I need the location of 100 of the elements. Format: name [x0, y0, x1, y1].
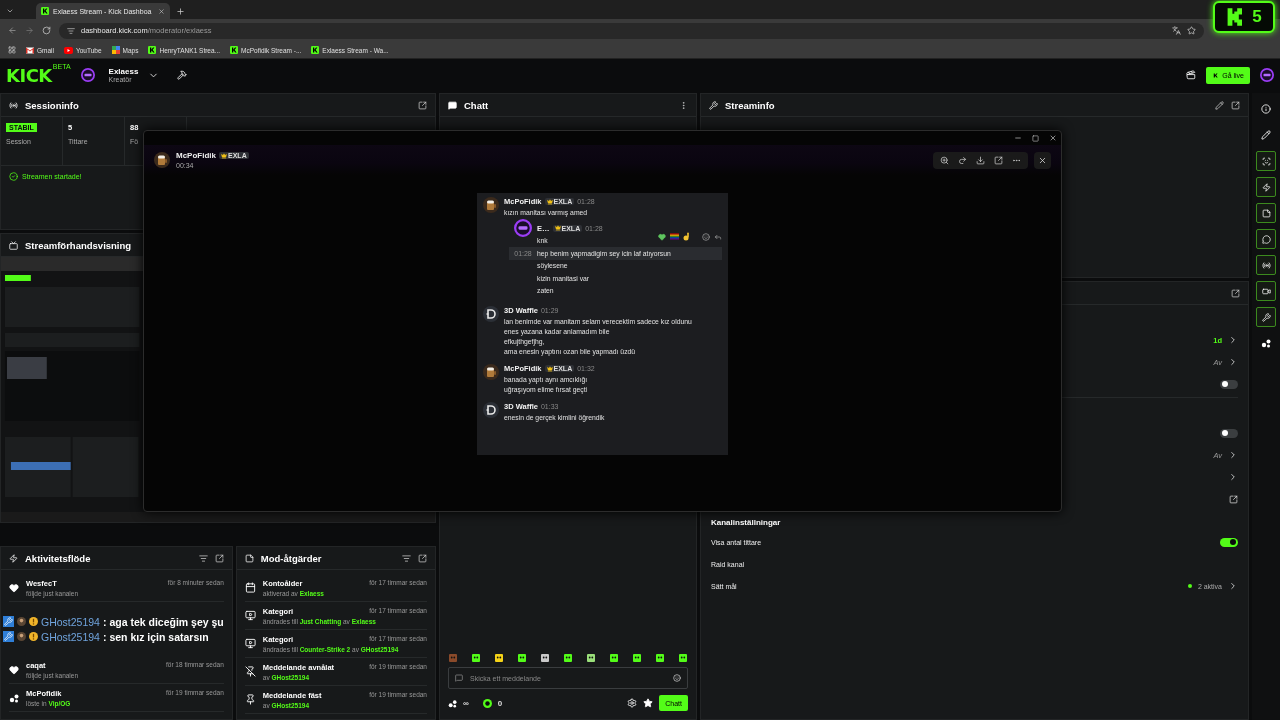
camera-icon — [1261, 286, 1271, 296]
sidebar-button[interactable] — [1256, 177, 1276, 197]
chevron-right-icon[interactable] — [1228, 450, 1238, 460]
sidebar-button[interactable] — [1256, 307, 1276, 327]
pop-out-icon[interactable] — [418, 553, 427, 563]
smile-icon[interactable] — [702, 232, 710, 241]
sidebar-button[interactable] — [1256, 203, 1276, 223]
chat-icon — [1261, 234, 1271, 244]
lightning-icon — [9, 553, 18, 563]
filter-icon[interactable] — [198, 553, 208, 563]
emote-icon[interactable] — [540, 653, 550, 663]
status-dot — [1187, 584, 1192, 588]
emote-icon[interactable] — [609, 653, 619, 663]
bookmark-star-icon[interactable] — [1187, 26, 1196, 35]
chat-message: : aga tek diceğim şey şu — [102, 615, 224, 628]
kick-logo-icon — [230, 46, 238, 54]
dots-icon — [9, 692, 19, 703]
pencil-icon[interactable] — [1261, 130, 1271, 140]
sidebar-button[interactable] — [1256, 151, 1276, 171]
scan-icon — [1261, 156, 1271, 166]
apps-icon[interactable] — [8, 46, 16, 54]
rainbow-flag-icon — [670, 233, 679, 240]
kick-logo[interactable]: KICK — [6, 64, 52, 86]
avatar-icon — [483, 306, 499, 322]
emote-icon[interactable] — [517, 653, 527, 663]
chevron-right-icon[interactable] — [1228, 581, 1238, 591]
channel-name[interactable]: Exlaess — [108, 67, 139, 76]
close-icon[interactable] — [1049, 134, 1057, 142]
chat-username: GHost25194 — [41, 615, 100, 628]
chevron-right-icon[interactable] — [1228, 357, 1238, 367]
toggle-switch[interactable] — [1220, 428, 1238, 438]
pin-icon — [244, 694, 256, 705]
pop-out-icon[interactable] — [214, 553, 224, 563]
avatar-icon — [17, 617, 26, 626]
coin-count: 0 — [497, 698, 503, 708]
emote-icon[interactable] — [632, 653, 642, 663]
panel-title: Chatt — [464, 99, 490, 111]
emote-icon[interactable] — [563, 653, 573, 663]
chat-username: GHost25194 — [41, 630, 100, 643]
emote-icon[interactable] — [586, 653, 596, 663]
section-title: Kanalinställningar — [711, 518, 782, 527]
sidebar-button[interactable] — [1256, 229, 1276, 249]
reload-icon[interactable] — [42, 26, 51, 35]
chevron-right-icon[interactable] — [1228, 335, 1238, 345]
badge-icon[interactable] — [643, 698, 654, 708]
avatar-icon — [483, 402, 499, 418]
maximize-icon[interactable] — [1032, 134, 1039, 142]
reply-icon[interactable] — [714, 232, 722, 241]
translate-icon[interactable] — [1172, 26, 1181, 35]
hand-icon — [683, 232, 690, 241]
chevron-right-icon[interactable] — [1228, 472, 1238, 482]
emote-icon[interactable] — [678, 653, 688, 663]
dots-icon — [448, 698, 457, 708]
mail-icon — [26, 46, 34, 54]
kick-logo-icon — [311, 46, 320, 54]
avatar-icon — [80, 68, 95, 82]
new-tab-icon[interactable] — [176, 7, 185, 16]
emote-icon[interactable] — [471, 653, 481, 663]
close-button[interactable] — [1034, 151, 1051, 169]
zoom-in-icon[interactable] — [940, 155, 949, 165]
emote-icon[interactable] — [494, 653, 504, 663]
hammer-icon[interactable] — [177, 70, 188, 80]
download-icon[interactable] — [976, 155, 985, 165]
avatar-icon — [483, 197, 499, 213]
info-icon[interactable] — [1261, 104, 1271, 114]
filter-icon[interactable] — [402, 553, 411, 563]
panel-title: Aktivitetsflöde — [25, 552, 92, 564]
settings-icon[interactable] — [627, 698, 638, 708]
panel-title: Sessioninfo — [25, 99, 80, 111]
external-link-icon[interactable] — [1229, 494, 1238, 504]
toggle-switch[interactable] — [1220, 379, 1238, 389]
dots-icon[interactable] — [1261, 338, 1271, 348]
chat-message: : sen kız için satarsın — [102, 630, 209, 643]
video-icon — [244, 610, 256, 621]
tab-list-icon[interactable] — [6, 7, 14, 15]
sidebar-button[interactable] — [1256, 255, 1276, 275]
crown-icon — [546, 365, 553, 372]
open-external-icon[interactable] — [994, 155, 1003, 165]
edit-icon[interactable] — [1215, 100, 1224, 110]
map-icon — [111, 46, 120, 54]
sidebar-button[interactable] — [1256, 281, 1276, 301]
check-icon — [9, 172, 18, 181]
crown-icon — [546, 198, 553, 205]
calendar-icon — [244, 582, 256, 593]
lightning-icon — [1261, 182, 1271, 192]
pop-out-icon[interactable] — [418, 100, 427, 110]
pop-out-icon[interactable] — [1231, 288, 1240, 298]
unpin-icon — [244, 666, 256, 677]
emote-icon[interactable] — [655, 653, 665, 663]
back-icon[interactable] — [8, 26, 17, 35]
points-count: ∞ — [463, 698, 469, 708]
more-icon[interactable] — [679, 100, 688, 110]
screen-icon — [9, 240, 18, 250]
pop-out-icon[interactable] — [1231, 100, 1240, 110]
forward-icon[interactable] — [958, 155, 967, 165]
close-icon[interactable] — [158, 7, 165, 15]
broadcast-icon — [9, 100, 18, 110]
clapperboard-icon[interactable] — [1186, 70, 1197, 80]
emoji-icon[interactable] — [673, 674, 681, 682]
toggle-switch[interactable] — [1220, 537, 1238, 547]
